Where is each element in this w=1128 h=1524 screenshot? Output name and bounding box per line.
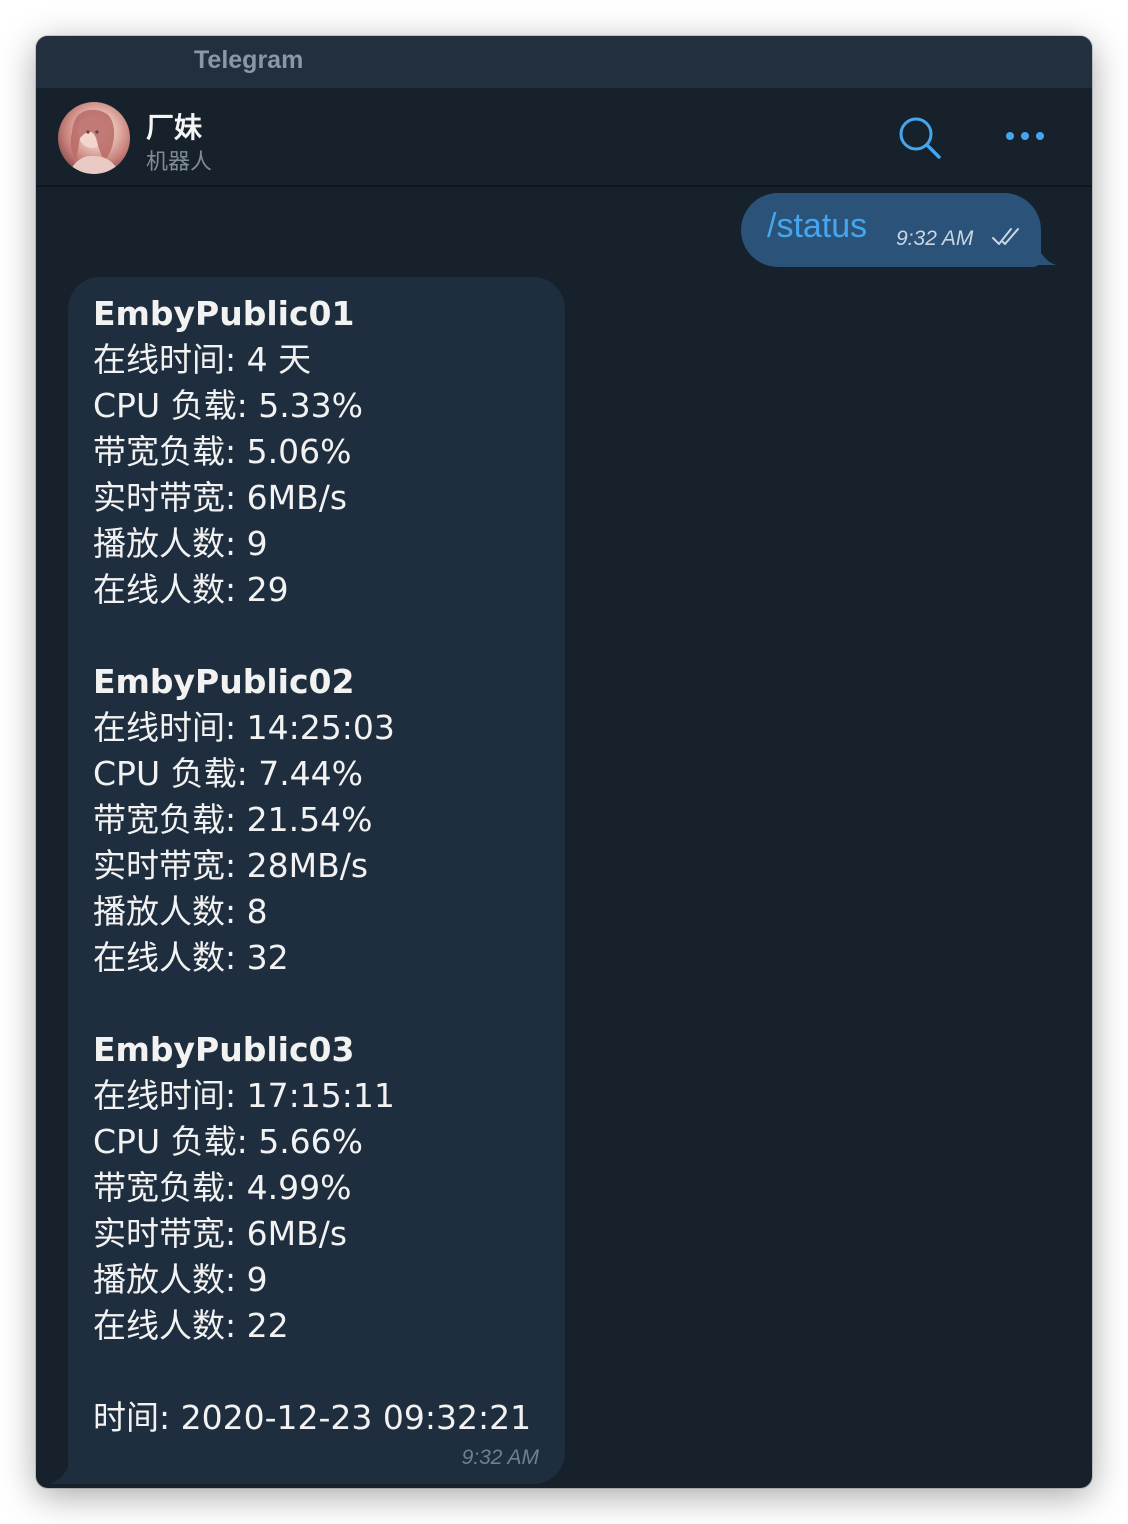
server-block: EmbyPublic02 在线时间: 14:25:03 CPU 负载: 7.44… (93, 659, 539, 981)
avatar-image (68, 109, 120, 174)
server-name: EmbyPublic03 (93, 1030, 355, 1069)
chat-subtitle: 机器人 (146, 150, 213, 175)
server-realtime-bandwidth: 实时带宽: 6MB/s (93, 478, 348, 517)
message-list[interactable]: /status 9:32 AM EmbyPublic01 在线时间: 4 天 C… (36, 187, 1092, 1488)
server-bandwidth-load: 带宽负载: 4.99% (93, 1168, 352, 1207)
incoming-message-time: 9:32 AM (461, 1446, 539, 1469)
server-online: 在线人数: 32 (93, 938, 289, 977)
server-realtime-bandwidth: 实时带宽: 6MB/s (93, 1214, 348, 1253)
server-bandwidth-load: 带宽负载: 21.54% (93, 800, 373, 839)
double-check-icon (991, 226, 1021, 248)
app-title: Telegram (194, 46, 304, 74)
chat-header: 厂妹 机器人 (36, 88, 1092, 187)
server-online: 在线人数: 22 (93, 1306, 289, 1345)
server-name: EmbyPublic02 (93, 662, 355, 701)
server-cpu: CPU 负载: 5.66% (93, 1122, 364, 1161)
server-block: EmbyPublic01 在线时间: 4 天 CPU 负载: 5.33% 带宽负… (93, 291, 539, 613)
incoming-message[interactable]: EmbyPublic01 在线时间: 4 天 CPU 负载: 5.33% 带宽负… (68, 277, 565, 1484)
server-realtime-bandwidth: 实时带宽: 28MB/s (93, 846, 369, 885)
server-playing: 播放人数: 8 (93, 892, 268, 931)
server-playing: 播放人数: 9 (93, 1260, 268, 1299)
server-cpu: CPU 负载: 7.44% (93, 754, 364, 793)
more-dots-icon[interactable] (1004, 118, 1048, 158)
server-uptime: 在线时间: 17:15:11 (93, 1076, 395, 1115)
outgoing-message-text[interactable]: /status (767, 207, 867, 246)
server-cpu: CPU 负载: 5.33% (93, 386, 364, 425)
server-name: EmbyPublic01 (93, 294, 355, 333)
search-icon[interactable] (898, 116, 942, 160)
report-timestamp: 时间: 2020-12-23 09:32:21 (93, 1398, 532, 1437)
server-online: 在线人数: 29 (93, 570, 289, 609)
server-uptime: 在线时间: 4 天 (93, 340, 312, 379)
outgoing-message-time: 9:32 AM (896, 227, 974, 250)
server-block: EmbyPublic03 在线时间: 17:15:11 CPU 负载: 5.66… (93, 1027, 539, 1349)
title-bar[interactable]: Telegram (36, 36, 1092, 88)
server-playing: 播放人数: 9 (93, 524, 268, 563)
avatar[interactable] (58, 102, 130, 174)
server-uptime: 在线时间: 14:25:03 (93, 708, 395, 747)
telegram-window: Telegram 厂妹 机器人 /status 9:32 AM EmbyPubl… (36, 36, 1092, 1488)
chat-title: 厂妹 (146, 111, 203, 144)
outgoing-message[interactable]: /status 9:32 AM (741, 193, 1041, 267)
server-bandwidth-load: 带宽负载: 5.06% (93, 432, 352, 471)
